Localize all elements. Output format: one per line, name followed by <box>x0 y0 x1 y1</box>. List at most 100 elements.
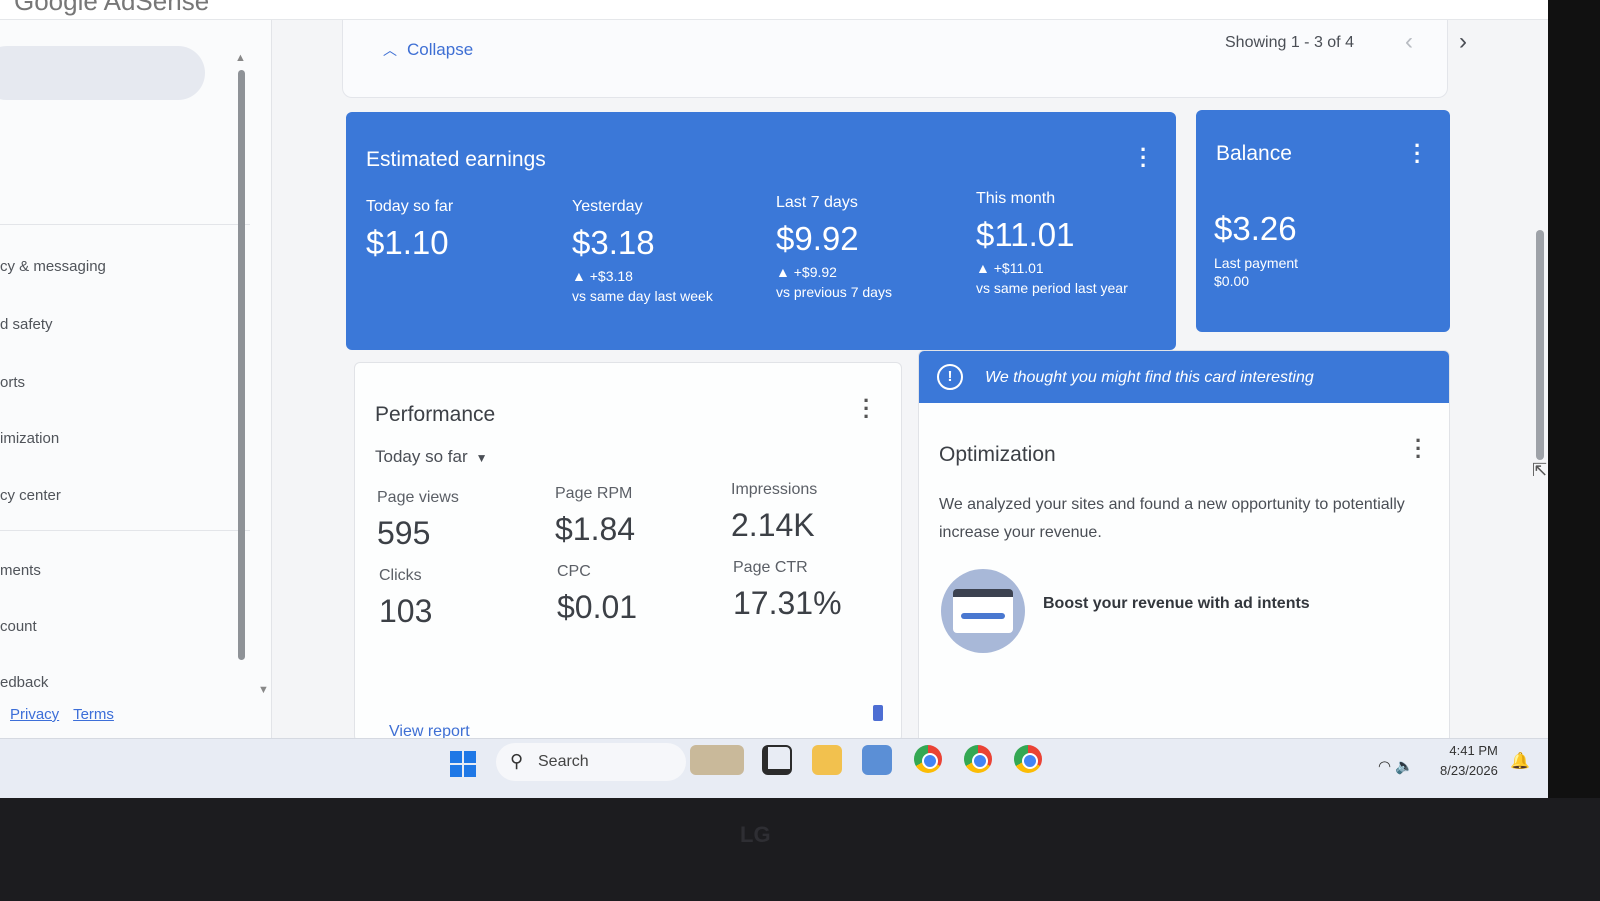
metric-value: 2.14K <box>731 507 815 543</box>
lightbulb-icon: ! <box>937 364 963 390</box>
taskbar-search[interactable]: ⚲ Search <box>496 743 686 781</box>
caret-down-icon: ▼ <box>475 451 488 465</box>
last-payment-value: $0.00 <box>1214 273 1250 289</box>
metric-label: CPC <box>557 563 591 580</box>
widgets-icon[interactable] <box>690 745 744 775</box>
terms-link[interactable]: Terms <box>73 706 114 723</box>
page-scrollbar[interactable] <box>1536 230 1544 460</box>
sidebar-divider <box>0 530 250 531</box>
sidebar-item-feedback[interactable]: edback <box>0 674 48 691</box>
metric-label: Today so far <box>366 198 454 215</box>
file-explorer-icon[interactable] <box>812 745 842 775</box>
metric-page-views: Page views 595 <box>377 489 459 552</box>
chrome-icon[interactable] <box>1014 745 1042 773</box>
metric-value: 103 <box>379 593 433 629</box>
volume-icon[interactable]: 🔈 <box>1395 758 1414 775</box>
metric-delta: ▲ +$9.92 <box>776 264 837 280</box>
metric-value: $1.84 <box>555 511 636 547</box>
metric-last-7-days: Last 7 days $9.92 ▲ +$9.92 vs previous 7… <box>776 194 892 300</box>
pager-status: Showing 1 - 3 of 4 <box>1225 34 1354 51</box>
metric-label: Yesterday <box>572 198 643 215</box>
date-range-dropdown[interactable]: Today so far ▼ <box>375 447 488 467</box>
metric-value: $3.18 <box>572 224 655 261</box>
taskbar-clock[interactable]: 4:41 PM 8/23/2026 <box>1440 741 1498 781</box>
suggestion-banner: ! We thought you might find this card in… <box>919 351 1449 403</box>
scroll-down-arrow-icon[interactable]: ▼ <box>258 684 269 696</box>
notification-bell-icon[interactable]: 🔔 <box>1510 751 1530 771</box>
metric-clicks: Clicks 103 <box>379 567 432 630</box>
sidebar-item-reports[interactable]: orts <box>0 374 25 391</box>
monitor-edge <box>1548 0 1600 798</box>
last-payment-label: Last payment <box>1214 255 1299 271</box>
ad-intents-illustration-icon <box>941 569 1025 653</box>
more-vert-icon[interactable]: · · · <box>1414 135 1421 173</box>
metric-label: Page RPM <box>555 485 633 502</box>
search-icon: ⚲ <box>510 751 524 771</box>
metric-value: 17.31% <box>733 585 842 621</box>
pin-icon <box>873 705 883 721</box>
system-tray[interactable]: ◠ 🔈 <box>1378 757 1414 775</box>
chrome-icon[interactable] <box>964 745 992 773</box>
sidebar-item-brand-safety[interactable]: d safety <box>0 316 53 333</box>
card-title: Optimization <box>939 443 1056 466</box>
metric-value: 595 <box>377 515 431 551</box>
metric-impressions: Impressions 2.14K <box>731 481 817 544</box>
sidebar-item-policy-center[interactable]: cy center <box>0 487 61 504</box>
chevron-right-icon[interactable]: › <box>1459 28 1467 56</box>
sidebar-scrollbar[interactable] <box>238 70 245 660</box>
metric-today: Today so far $1.10 <box>366 198 453 262</box>
task-view-icon[interactable] <box>762 745 792 775</box>
metric-label: This month <box>976 190 1056 207</box>
metric-label: Page views <box>377 489 459 506</box>
collapse-label: Collapse <box>407 40 474 59</box>
monitor-bezel <box>0 798 1600 901</box>
more-vert-icon[interactable]: · · · <box>1140 139 1147 177</box>
wifi-icon[interactable]: ◠ <box>1378 758 1391 775</box>
card-title: Balance <box>1216 142 1292 165</box>
collapse-button[interactable]: ︿ Collapse <box>383 40 473 60</box>
photos-icon[interactable] <box>862 745 892 775</box>
metric-label: Impressions <box>731 481 818 498</box>
pager-card: ︿ Collapse Showing 1 - 3 of 4 ‹ › <box>342 20 1467 98</box>
footer-links: Privacy Terms <box>10 706 124 723</box>
more-vert-icon[interactable]: · · · <box>1415 430 1422 468</box>
sidebar-item-privacy-messaging[interactable]: cy & messaging <box>0 258 106 275</box>
sidebar-item-active[interactable] <box>0 46 205 100</box>
metric-cpc: CPC $0.01 <box>557 563 637 626</box>
sidebar-item-optimization[interactable]: imization <box>0 430 59 447</box>
banner-text: We thought you might find this card inte… <box>985 369 1314 386</box>
metric-page-ctr: Page CTR 17.31% <box>733 559 842 622</box>
optimization-description: We analyzed your sites and found a new o… <box>939 496 1405 541</box>
chrome-icon[interactable] <box>914 745 942 773</box>
chevron-left-icon[interactable]: ‹ <box>1405 28 1413 56</box>
sidebar-item-account[interactable]: count <box>0 618 37 635</box>
sidebar-item-payments[interactable]: ments <box>0 562 41 579</box>
sidebar-divider <box>0 224 250 225</box>
privacy-link[interactable]: Privacy <box>10 706 59 723</box>
taskbar: ⚲ Search ◠ 🔈 4:41 PM 8/23/2026 🔔 <box>0 738 1548 798</box>
windows-start-icon[interactable] <box>450 751 476 777</box>
metric-this-month: This month $11.01 ▲ +$11.01 vs same peri… <box>976 190 1128 296</box>
more-vert-icon[interactable]: · · · <box>863 390 870 428</box>
date-range-label: Today so far <box>375 447 468 466</box>
balance-card: Balance · · · $3.26 Last payment $0.00 <box>1196 110 1450 332</box>
metric-value: $1.10 <box>366 224 449 261</box>
boost-revenue-link[interactable]: Boost your revenue with ad intents <box>1043 595 1310 613</box>
metric-yesterday: Yesterday $3.18 ▲ +$3.18 vs same day las… <box>572 198 713 304</box>
metric-comparison: vs same day last week <box>572 288 713 304</box>
performance-card: Performance · · · Today so far ▼ Page views… <box>354 362 902 742</box>
estimated-earnings-card: Estimated earnings · · · Today so far $1.1… <box>346 112 1176 350</box>
card-title: Performance <box>375 403 496 426</box>
clock-date: 8/23/2026 <box>1440 763 1498 778</box>
metric-comparison: vs same period last year <box>976 280 1128 296</box>
clock-time: 4:41 PM <box>1449 743 1498 758</box>
metric-label: Clicks <box>379 567 422 584</box>
metric-label: Last 7 days <box>776 194 858 211</box>
app-logo[interactable]: Google AdSense <box>14 0 209 17</box>
sidebar: cy & messaging d safety orts imization c… <box>0 20 272 738</box>
metric-value: $11.01 <box>976 216 1075 253</box>
search-label: Search <box>538 753 589 770</box>
scroll-up-arrow-icon[interactable]: ▲ <box>235 52 246 64</box>
chevron-up-icon: ︿ <box>383 42 397 58</box>
screen: Google AdSense cy & messaging d safety o… <box>0 0 1548 798</box>
